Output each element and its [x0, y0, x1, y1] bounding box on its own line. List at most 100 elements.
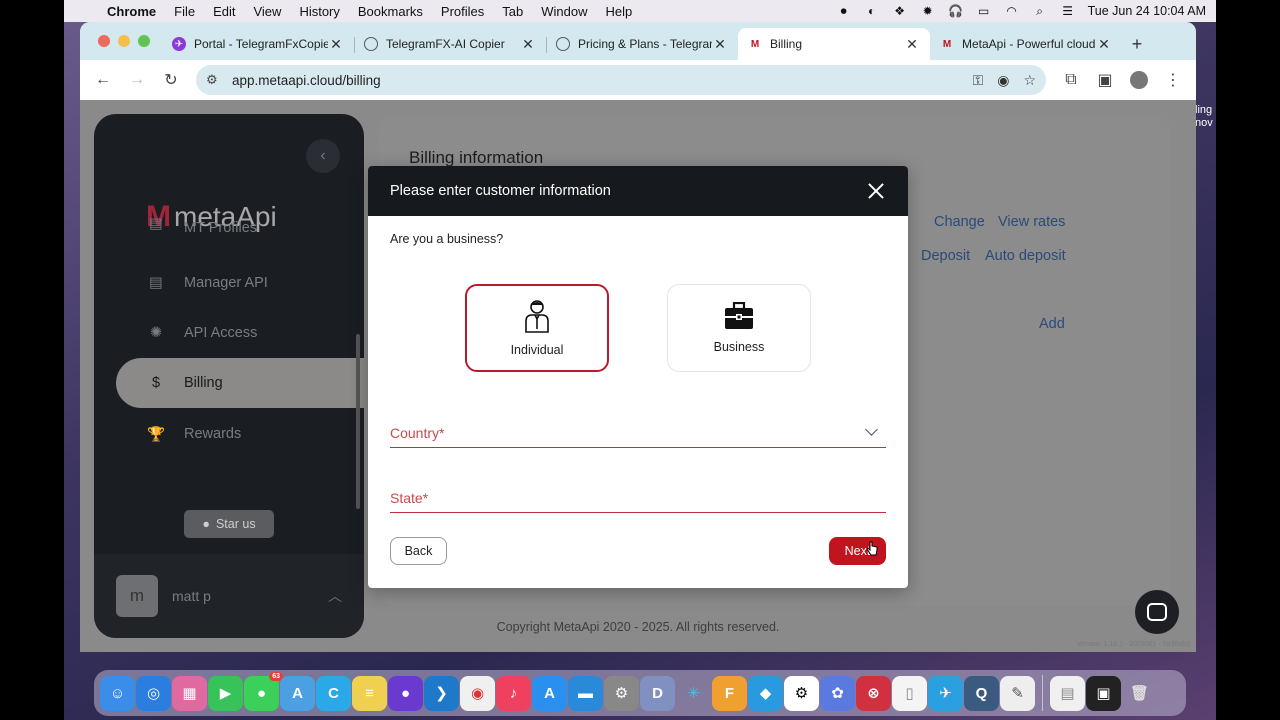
- zoom-window-button[interactable]: [138, 35, 150, 47]
- menu-view[interactable]: View: [244, 4, 290, 19]
- control-center-icon[interactable]: ☰: [1060, 4, 1076, 18]
- docker-icon[interactable]: ▬: [568, 675, 603, 711]
- media-cast-icon[interactable]: ▣: [1090, 65, 1120, 95]
- gear-icon[interactable]: ✹: [920, 4, 936, 18]
- vscode-icon[interactable]: ❯: [424, 675, 459, 711]
- finder-icon[interactable]: ☺: [100, 675, 135, 711]
- deposit-link[interactable]: Deposit: [921, 248, 970, 264]
- address-bar[interactable]: ⚙ app.metaapi.cloud/billing ⚿ ◉ ☆: [196, 65, 1046, 95]
- sidebar-scrollbar[interactable]: [356, 334, 360, 509]
- state-field[interactable]: State *: [390, 483, 886, 513]
- menu-app-name[interactable]: Chrome: [98, 4, 165, 19]
- menu-bookmarks[interactable]: Bookmarks: [349, 4, 432, 19]
- eye-slash-icon[interactable]: ◉: [997, 72, 1009, 89]
- launchpad-icon[interactable]: ▦: [172, 675, 207, 711]
- extensions-puzzle-icon[interactable]: ⧉: [1056, 65, 1086, 95]
- notes-icon[interactable]: ≡: [352, 675, 387, 711]
- close-tab-icon[interactable]: ✕: [712, 36, 728, 53]
- profile-avatar-icon[interactable]: [1124, 65, 1154, 95]
- reload-icon[interactable]: ↻: [156, 65, 186, 95]
- chat-support-icon[interactable]: [1135, 590, 1179, 634]
- close-window-button[interactable]: [98, 35, 110, 47]
- sparkle-app-icon[interactable]: ✳: [676, 676, 711, 711]
- system-settings-icon[interactable]: ⚙: [604, 675, 639, 711]
- maps-icon[interactable]: A: [280, 675, 315, 711]
- music-icon[interactable]: ♪: [496, 675, 531, 711]
- menu-edit[interactable]: Edit: [204, 4, 244, 19]
- quicktime-icon[interactable]: Q: [964, 675, 999, 711]
- individual-option[interactable]: Individual: [465, 284, 609, 372]
- url-text[interactable]: app.metaapi.cloud/billing: [232, 73, 381, 88]
- menu-history[interactable]: History: [290, 4, 348, 19]
- auto-deposit-link[interactable]: Auto deposit: [985, 248, 1066, 264]
- country-select[interactable]: Country *: [390, 418, 886, 448]
- wifi-icon[interactable]: ◠: [1004, 4, 1020, 18]
- sidebar-item-mt-profiles[interactable]: ▤ MT Profiles: [116, 214, 356, 236]
- battery-icon[interactable]: ▭: [976, 4, 992, 18]
- close-tab-icon[interactable]: ✕: [328, 36, 344, 53]
- openbuilds-icon[interactable]: ⚙: [784, 675, 819, 711]
- key-icon[interactable]: ⚿: [973, 72, 984, 89]
- kebab-menu-icon[interactable]: ⋮: [1158, 65, 1188, 95]
- headphones-icon[interactable]: 🎧: [948, 4, 964, 18]
- chevron-down-icon[interactable]: [865, 423, 878, 436]
- chrome-icon[interactable]: ◉: [460, 675, 495, 711]
- menu-file[interactable]: File: [165, 4, 204, 19]
- sidebar-item-api-access[interactable]: ✺ API Access: [116, 308, 356, 358]
- menubar-clock[interactable]: Tue Jun 24 10:04 AM: [1088, 4, 1206, 18]
- change-link[interactable]: Change: [934, 214, 985, 230]
- browser-tab[interactable]: ✈ Portal - TelegramFxCopier ✕: [162, 28, 354, 60]
- downloads-icon[interactable]: ▤: [1050, 675, 1085, 711]
- chevron-up-icon[interactable]: ︿: [328, 586, 342, 606]
- messages-icon[interactable]: ● 63: [244, 671, 283, 711]
- sync-icon[interactable]: ◐: [864, 4, 880, 18]
- telegram-icon[interactable]: ✈: [928, 675, 963, 711]
- menu-tab[interactable]: Tab: [493, 4, 532, 19]
- menu-window[interactable]: Window: [532, 4, 596, 19]
- sidebar-item-billing[interactable]: $ Billing: [116, 358, 364, 408]
- clipchamp-icon[interactable]: C: [316, 675, 351, 711]
- preview-icon[interactable]: D: [640, 675, 675, 711]
- trash-icon[interactable]: 🗑: [1122, 676, 1157, 711]
- business-option[interactable]: Business: [667, 284, 811, 372]
- add-link[interactable]: Add: [1039, 316, 1065, 332]
- spotlight-search-icon[interactable]: ⌕: [1032, 4, 1048, 18]
- new-tab-plus-icon[interactable]: +: [1122, 28, 1152, 60]
- forward-arrow-icon[interactable]: →: [122, 65, 152, 95]
- screen-preview-icon[interactable]: ▣: [1086, 675, 1121, 711]
- back-arrow-icon[interactable]: ←: [88, 65, 118, 95]
- close-icon[interactable]: [866, 181, 886, 201]
- browser-tab[interactable]: Pricing & Plans - TelegramFx ✕: [546, 28, 738, 60]
- close-tab-icon[interactable]: ✕: [520, 36, 536, 53]
- minimize-window-button[interactable]: [118, 35, 130, 47]
- browser-tab-active[interactable]: M Billing ✕: [738, 28, 930, 60]
- safari-icon[interactable]: ◎: [136, 675, 171, 711]
- sidebar-item-manager-api[interactable]: ▤ Manager API: [116, 258, 356, 308]
- tab-strip: ✈ Portal - TelegramFxCopier ✕ TelegramFX…: [80, 22, 1196, 60]
- view-rates-link[interactable]: View rates: [998, 214, 1065, 230]
- fusion-icon[interactable]: F: [712, 675, 747, 711]
- menu-profiles[interactable]: Profiles: [432, 4, 493, 19]
- close-tab-icon[interactable]: ✕: [1096, 36, 1112, 53]
- star-us-button[interactable]: ● Star us: [184, 510, 274, 538]
- browser-tab[interactable]: TelegramFX-AI Copier ✕: [354, 28, 546, 60]
- textedit-icon[interactable]: ✎: [1000, 675, 1035, 711]
- bookmark-star-icon[interactable]: ☆: [1023, 72, 1036, 89]
- collapse-chevron-icon[interactable]: ‹: [306, 139, 340, 173]
- document-icon[interactable]: ▯: [892, 675, 927, 711]
- site-settings-icon[interactable]: ⚙: [206, 72, 224, 88]
- back-button[interactable]: Back: [390, 537, 447, 565]
- app-store-icon[interactable]: A: [532, 675, 567, 711]
- browser-tab[interactable]: M MetaApi - Powerful cloud ✕: [930, 28, 1122, 60]
- close-tab-icon[interactable]: ✕: [904, 36, 920, 53]
- remote-desktop-icon[interactable]: ⊗: [856, 675, 891, 711]
- diamond-app-icon[interactable]: ◆: [748, 675, 783, 711]
- menu-help[interactable]: Help: [597, 4, 642, 19]
- sidebar-item-rewards[interactable]: 🏆 Rewards: [116, 409, 356, 459]
- individual-label: Individual: [510, 343, 564, 357]
- record-icon[interactable]: ⏺: [836, 4, 852, 18]
- github-desktop-icon[interactable]: ●: [388, 675, 423, 711]
- dropbox-icon[interactable]: ❖: [892, 4, 908, 18]
- flower-app-icon[interactable]: ✿: [820, 675, 855, 711]
- facetime-icon[interactable]: ▶: [208, 675, 243, 711]
